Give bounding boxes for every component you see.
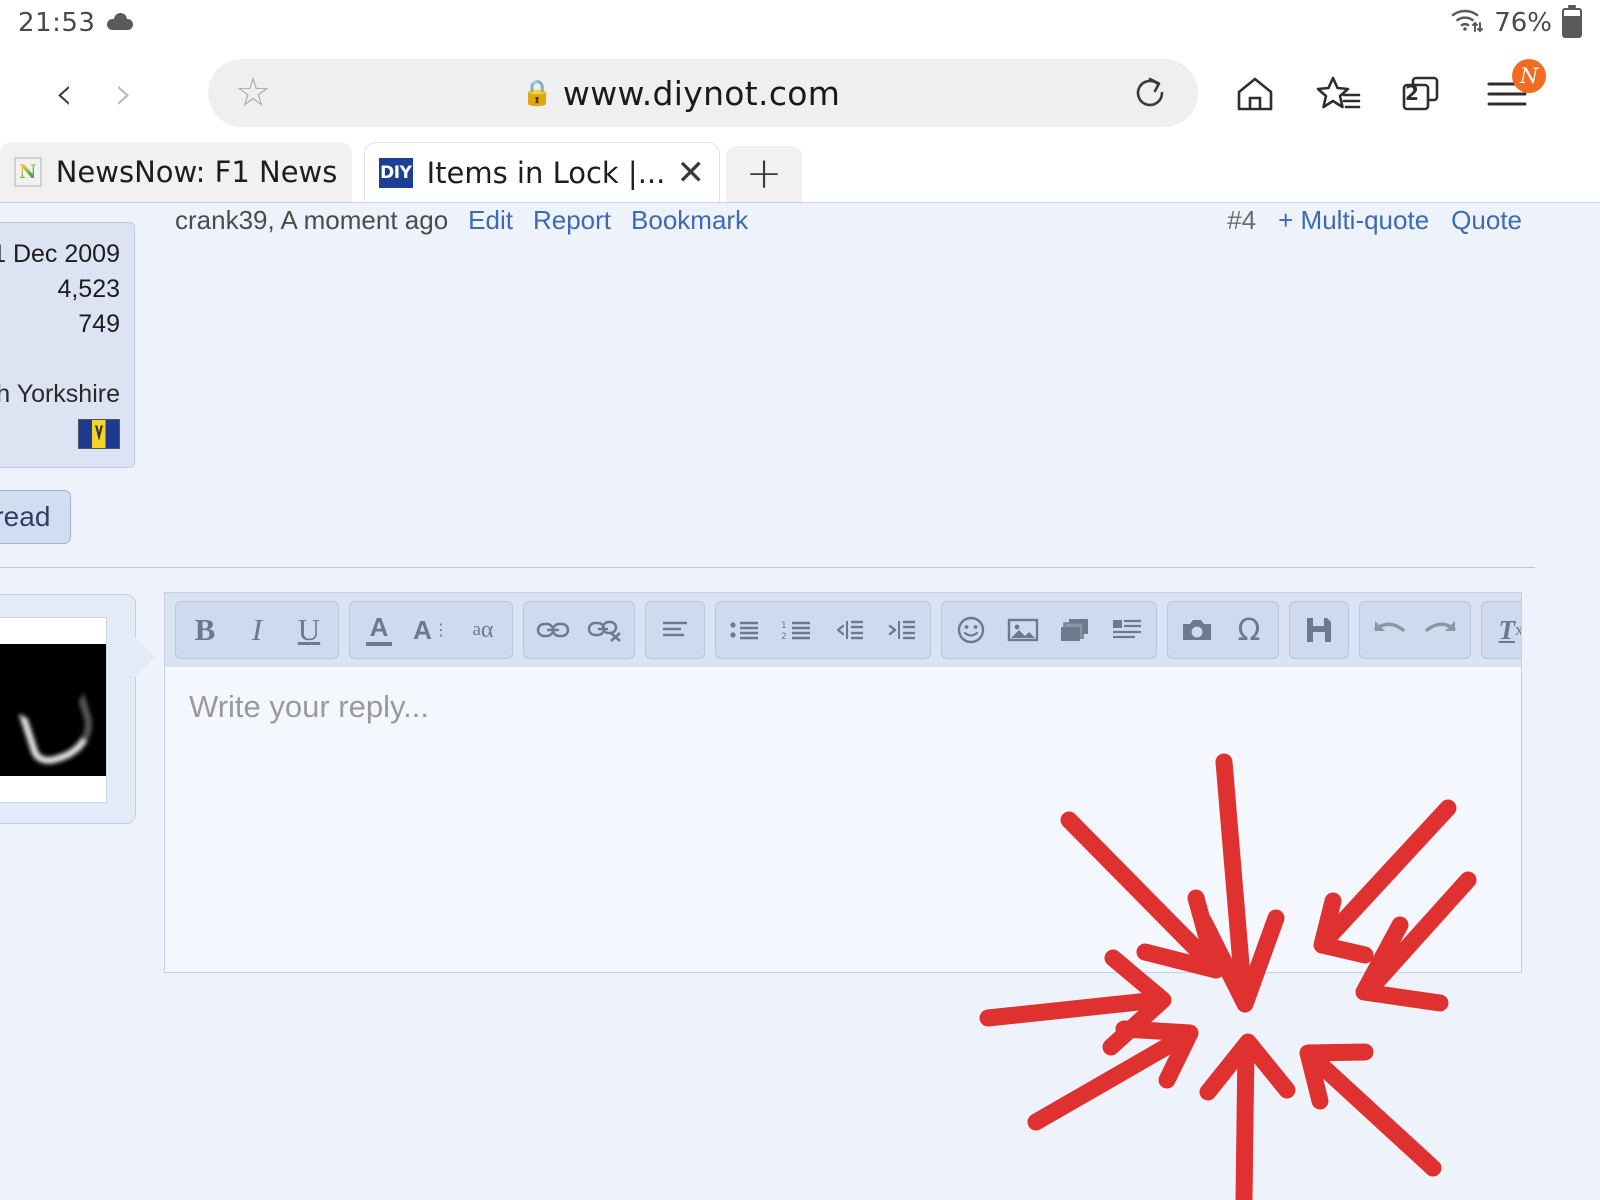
camera-button[interactable] xyxy=(1172,605,1222,655)
editor-toolbar: B I U A A ⋮ aα xyxy=(165,593,1521,667)
menu-notification-badge: N xyxy=(1512,59,1546,93)
font-family-button[interactable]: aα xyxy=(458,605,508,655)
url-display[interactable]: 🔒 www.diynot.com xyxy=(234,74,1128,113)
redo-button[interactable] xyxy=(1416,605,1466,655)
messages-value: 4,523 xyxy=(57,275,120,304)
battery-icon xyxy=(1562,8,1582,38)
post-bookmark-link[interactable]: Bookmark xyxy=(631,205,748,236)
browser-icon-row: 2 N xyxy=(1218,57,1544,131)
post-meta: crank39, A moment ago Edit Report Bookma… xyxy=(175,205,748,236)
quote-link[interactable]: Quote xyxy=(1451,205,1522,236)
multi-quote-link[interactable]: + Multi-quote xyxy=(1278,205,1429,236)
svg-text:1: 1 xyxy=(781,621,787,631)
reload-icon[interactable] xyxy=(1128,71,1172,115)
post-number[interactable]: #4 xyxy=(1227,205,1256,236)
underline-button[interactable]: U xyxy=(284,605,334,655)
user-location: outh Yorkshire xyxy=(0,380,120,409)
status-bar: 21:53 76% xyxy=(0,0,1600,45)
user-info-card: 1 Dec 2009 : 4,523 eceived: 749 outh Yor… xyxy=(0,222,135,468)
barbados-flag-icon xyxy=(78,419,120,449)
home-icon[interactable] xyxy=(1218,57,1292,131)
post-header: crank39, A moment ago Edit Report Bookma… xyxy=(0,202,1600,241)
quoted-attachment-bubble[interactable] xyxy=(0,594,136,824)
forward-chevron-icon[interactable]: › xyxy=(94,63,154,123)
insert-image-button[interactable] xyxy=(998,605,1048,655)
toolbar-group-text-style: B I U xyxy=(175,601,339,659)
tab-title: Items in Lock |... xyxy=(427,156,663,190)
toolbar-group-link xyxy=(523,601,635,659)
undo-button[interactable] xyxy=(1364,605,1414,655)
attachment-image xyxy=(0,644,106,776)
status-bar-left: 21:53 xyxy=(18,8,133,38)
last-unread-button[interactable]: st Unread xyxy=(0,490,71,544)
toolbar-group-draft xyxy=(1289,601,1349,659)
insert-quote-button[interactable] xyxy=(1102,605,1152,655)
post-report-link[interactable]: Report xyxy=(533,205,611,236)
insert-link-button[interactable] xyxy=(528,605,578,655)
toolbar-group-align xyxy=(645,601,705,659)
unlink-button[interactable] xyxy=(580,605,630,655)
tabs-icon[interactable]: 2 xyxy=(1386,57,1460,131)
newsnow-favicon: N xyxy=(14,157,42,187)
indent-button[interactable] xyxy=(876,605,926,655)
toolbar-group-history xyxy=(1359,601,1471,659)
browser-tab-newsnow[interactable]: N NewsNow: F1 News... xyxy=(0,142,352,202)
url-text: www.diynot.com xyxy=(563,74,840,113)
insert-media-button[interactable] xyxy=(1050,605,1100,655)
status-bar-right: 76% xyxy=(1450,7,1582,38)
page-content: crank39, A moment ago Edit Report Bookma… xyxy=(0,202,1600,1200)
tab-count: 2 xyxy=(1405,81,1419,105)
user-card-row-reactions: eceived: 749 xyxy=(0,307,120,342)
reactions-value: 749 xyxy=(78,310,120,339)
toolbar-group-media: Ω xyxy=(1167,601,1279,659)
user-card-row-joined: 1 Dec 2009 xyxy=(0,237,120,272)
lock-icon: 🔒 xyxy=(522,78,553,108)
draft-save-button[interactable] xyxy=(1294,605,1344,655)
numbered-list-button[interactable]: 1 2 xyxy=(772,605,822,655)
font-size-button[interactable]: A ⋮ xyxy=(406,605,456,655)
post-edit-link[interactable]: Edit xyxy=(468,205,513,236)
close-x-icon[interactable]: ✕ xyxy=(677,156,706,190)
user-card-row-messages: : 4,523 xyxy=(0,272,120,307)
italic-button[interactable]: I xyxy=(232,605,282,655)
content-divider xyxy=(0,567,1535,568)
image-highlight xyxy=(19,693,102,769)
toolbar-group-clear: Tx xyxy=(1481,601,1521,659)
bullet-list-button[interactable] xyxy=(720,605,770,655)
tab-title: NewsNow: F1 News... xyxy=(56,155,338,189)
reply-placeholder: Write your reply... xyxy=(189,689,1497,725)
hamburger-menu-icon[interactable]: N xyxy=(1470,57,1544,131)
post-author-and-time: crank39, A moment ago xyxy=(175,205,448,236)
browser-toolbar: ‹ › ☆ 🔒 www.diynot.com xyxy=(0,45,1600,140)
joined-value: 1 Dec 2009 xyxy=(0,240,120,269)
bold-button[interactable]: B xyxy=(180,605,230,655)
attachment-thumbnail[interactable] xyxy=(0,617,107,803)
toolbar-group-insert xyxy=(941,601,1157,659)
tab-strip: N NewsNow: F1 News... DIY Items in Lock … xyxy=(0,140,1600,202)
font-color-button[interactable]: A xyxy=(354,605,404,655)
cloud-icon xyxy=(107,14,133,32)
emoji-button[interactable] xyxy=(946,605,996,655)
reply-text-area[interactable]: Write your reply... xyxy=(165,667,1521,972)
reply-editor: B I U A A ⋮ aα xyxy=(164,592,1522,973)
status-clock: 21:53 xyxy=(18,8,95,38)
battery-percent: 76% xyxy=(1494,8,1552,38)
remove-formatting-button[interactable]: Tx xyxy=(1486,605,1521,655)
plus-icon[interactable]: + xyxy=(726,146,802,202)
diynot-favicon: DIY xyxy=(379,158,413,188)
browser-tab-diynot[interactable]: DIY Items in Lock |... ✕ xyxy=(364,142,720,202)
bookmarks-star-icon[interactable] xyxy=(1302,57,1376,131)
special-character-button[interactable]: Ω xyxy=(1224,605,1274,655)
back-chevron-icon[interactable]: ‹ xyxy=(34,63,94,123)
url-bar[interactable]: ☆ 🔒 www.diynot.com xyxy=(208,59,1198,127)
svg-text:2: 2 xyxy=(781,632,787,641)
text-align-button[interactable] xyxy=(650,605,700,655)
post-actions: #4 + Multi-quote Quote xyxy=(1227,205,1522,236)
wifi-icon xyxy=(1450,7,1484,38)
toolbar-group-lists: 1 2 xyxy=(715,601,931,659)
outdent-button[interactable] xyxy=(824,605,874,655)
toolbar-group-font: A A ⋮ aα xyxy=(349,601,513,659)
